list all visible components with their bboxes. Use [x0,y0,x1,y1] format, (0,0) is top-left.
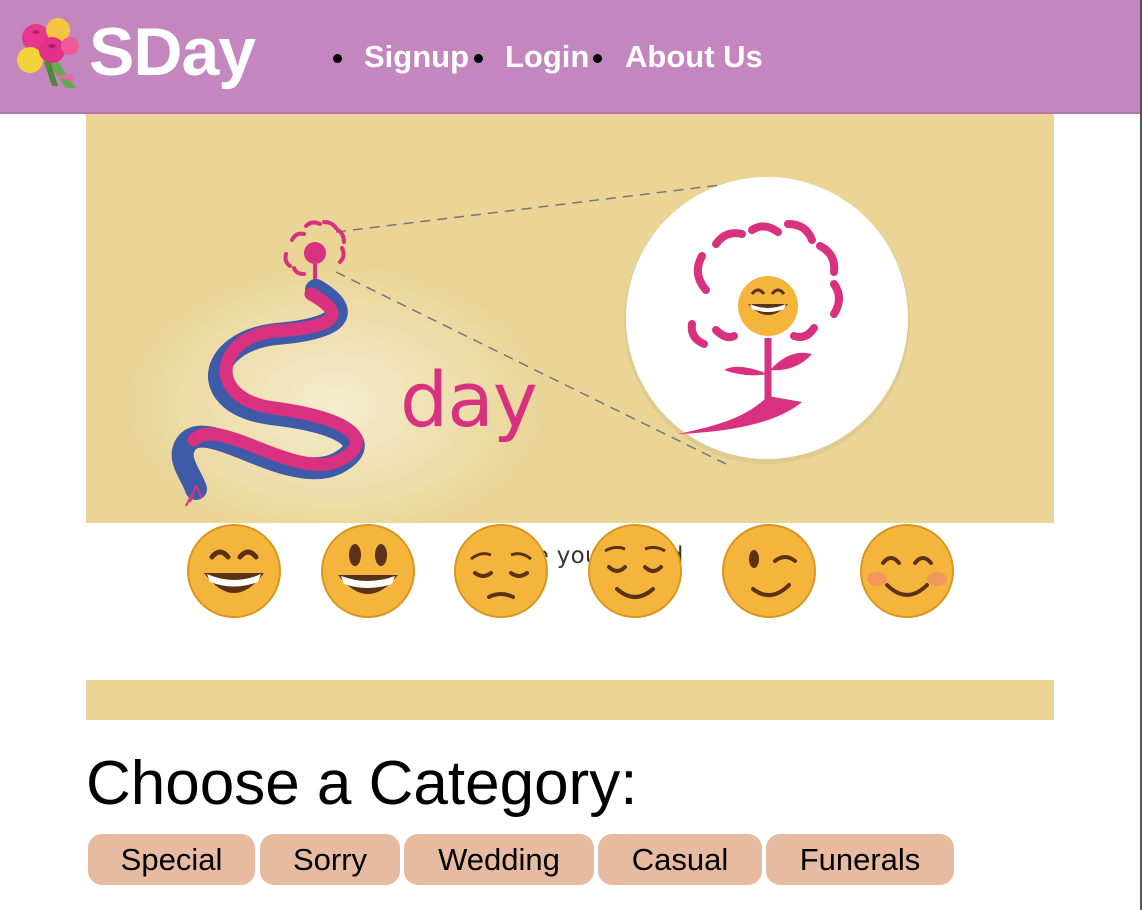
category-sorry-button[interactable]: Sorry [260,834,400,885]
about-us-link[interactable]: About Us [625,38,763,76]
mood-picker: Choose your mood [86,523,1054,680]
bullet-icon [333,54,342,63]
grinning-emoji-icon[interactable] [186,523,282,619]
brand-title[interactable]: SDay [89,18,256,86]
hero-banner: day Choose your mood [86,114,1054,720]
category-casual-button[interactable]: Casual [598,834,762,885]
smiley-emoji-icon[interactable] [320,523,416,619]
zoomed-flower-circle [624,177,910,464]
bouquet-icon [17,18,79,88]
signup-link[interactable]: Signup [364,38,469,76]
category-heading: Choose a Category: [86,749,638,818]
pensive-emoji-icon[interactable] [453,523,549,619]
category-funerals-button[interactable]: Funerals [766,834,954,885]
relieved-emoji-icon[interactable] [587,523,683,619]
top-navbar: SDay Signup Login About Us [0,0,1140,114]
winking-emoji-icon[interactable] [721,523,817,619]
logo-day-text: day [400,355,538,444]
category-wedding-button[interactable]: Wedding [404,834,594,885]
login-link[interactable]: Login [505,38,589,76]
blushing-emoji-icon[interactable] [859,523,955,619]
bullet-icon [593,54,602,63]
bullet-icon [474,54,483,63]
category-special-button[interactable]: Special [88,834,255,885]
sday-logo-illustration [126,177,910,524]
